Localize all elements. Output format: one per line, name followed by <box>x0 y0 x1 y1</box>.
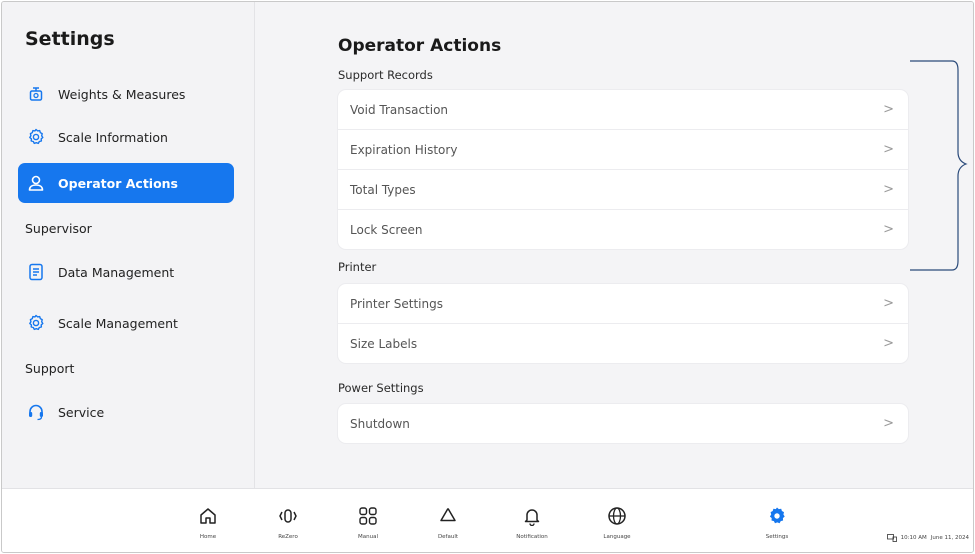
row-label: Printer Settings <box>350 296 443 311</box>
nav-label: Manual <box>358 534 378 540</box>
row-shutdown[interactable]: Shutdown > <box>338 404 908 443</box>
sidebar-item-data-management[interactable]: Data Management <box>18 252 234 292</box>
sidebar-item-service[interactable]: Service <box>18 392 234 432</box>
sidebar-title: Settings <box>25 28 115 50</box>
row-label: Total Types <box>350 182 416 197</box>
nav-rezero[interactable]: ReZero <box>258 505 318 540</box>
row-printer-settings[interactable]: Printer Settings > <box>338 284 908 324</box>
row-total-types[interactable]: Total Types > <box>338 170 908 210</box>
status-date: June 11, 2024 <box>930 535 969 541</box>
chevron-right-icon: > <box>883 416 894 431</box>
row-expiration-history[interactable]: Expiration History > <box>338 130 908 170</box>
row-label: Size Labels <box>350 336 418 351</box>
document-icon <box>27 263 45 281</box>
row-label: Void Transaction <box>350 102 449 117</box>
section-label-support: Support <box>25 361 75 376</box>
nav-settings[interactable]: Settings <box>747 505 807 540</box>
user-icon <box>27 174 45 192</box>
globe-icon <box>587 505 647 527</box>
network-icon <box>886 534 897 542</box>
nav-label: Home <box>199 534 217 540</box>
section-label-support-records: Support Records <box>338 68 433 82</box>
row-label: Shutdown <box>350 416 410 431</box>
bell-icon <box>502 505 562 527</box>
sidebar-item-scale-management[interactable]: Scale Management <box>18 303 234 343</box>
sidebar-item-label: Scale Management <box>58 315 178 331</box>
nav-notification[interactable]: Notification <box>502 505 562 540</box>
nav-label: ReZero <box>278 534 298 540</box>
page-title: Operator Actions <box>338 36 502 56</box>
sidebar-item-label: Service <box>58 404 105 420</box>
sidebar-item-label: Data Management <box>58 264 175 280</box>
nav-manual[interactable]: Manual <box>338 505 398 540</box>
power-card: Shutdown > <box>338 404 908 443</box>
nav-label: Default <box>437 534 459 540</box>
support-records-card: Void Transaction > Expiration History > To… <box>338 90 908 249</box>
section-label-printer: Printer <box>338 260 377 274</box>
gear-icon <box>747 505 807 527</box>
nav-label: Settings <box>765 534 789 540</box>
chevron-right-icon: > <box>883 222 894 237</box>
scale-icon <box>27 85 45 103</box>
nav-label: Language <box>603 534 631 540</box>
sidebar-item-label: Scale Information <box>58 129 168 145</box>
headset-icon <box>27 403 45 421</box>
status-area: 10:10 AM June 11, 2024 <box>886 534 969 542</box>
printer-card: Printer Settings > Size Labels > <box>338 284 908 363</box>
home-icon <box>178 505 238 527</box>
nav-home[interactable]: Home <box>178 505 238 540</box>
nav-label: Notification <box>516 534 548 540</box>
app-window: Settings Weights & Measures Scale Inform… <box>1 1 974 553</box>
chevron-right-icon: > <box>883 182 894 197</box>
nav-language[interactable]: Language <box>587 505 647 540</box>
sidebar: Settings Weights & Measures Scale Inform… <box>2 2 255 488</box>
chevron-right-icon: > <box>883 102 894 117</box>
recycle-icon <box>418 505 478 527</box>
annotation-bracket <box>910 60 968 271</box>
chevron-right-icon: > <box>883 142 894 157</box>
row-void-transaction[interactable]: Void Transaction > <box>338 90 908 130</box>
nav-default[interactable]: Default <box>418 505 478 540</box>
chevron-right-icon: > <box>883 336 894 351</box>
sidebar-item-label: Weights & Measures <box>58 86 186 102</box>
grid-icon <box>338 505 398 527</box>
sidebar-item-label: Operator Actions <box>58 175 179 191</box>
gear-icon <box>27 128 45 146</box>
row-lock-screen[interactable]: Lock Screen > <box>338 210 908 249</box>
section-label-power-settings: Power Settings <box>338 381 424 395</box>
section-label-supervisor: Supervisor <box>25 221 92 236</box>
chevron-right-icon: > <box>883 296 894 311</box>
sidebar-item-scale-information[interactable]: Scale Information <box>18 117 234 157</box>
row-label: Lock Screen <box>350 222 423 237</box>
row-size-labels[interactable]: Size Labels > <box>338 324 908 363</box>
bottom-nav-bar: Home ReZero Manual Default Notification <box>2 488 973 552</box>
rezero-icon <box>258 505 318 527</box>
row-label: Expiration History <box>350 142 458 157</box>
sidebar-item-weights-measures[interactable]: Weights & Measures <box>18 74 234 114</box>
status-time: 10:10 AM <box>900 535 927 541</box>
sidebar-item-operator-actions[interactable]: Operator Actions <box>18 163 234 203</box>
gear-icon <box>27 314 45 332</box>
main-content: Operator Actions Support Records Void Tr… <box>255 2 973 488</box>
